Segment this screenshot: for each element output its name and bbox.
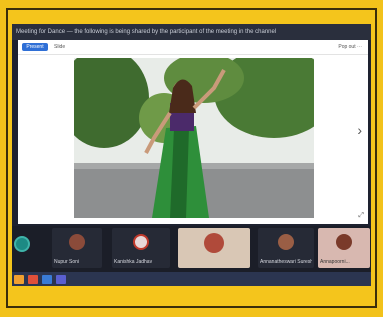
- popout-controls[interactable]: Pop out ⋯: [338, 43, 362, 51]
- avatar: [278, 234, 294, 250]
- participant-tile[interactable]: [178, 228, 250, 268]
- present-button[interactable]: Present: [22, 43, 48, 51]
- participant-tile[interactable]: Kanishka Jadhav: [112, 228, 170, 268]
- participant-name: Annanatheswari Suresh: [260, 259, 312, 265]
- screen: Meeting for Dance — the following is bei…: [12, 24, 371, 286]
- app-icon[interactable]: [14, 236, 30, 252]
- word-icon[interactable]: [42, 274, 52, 284]
- dance-photo: [74, 58, 314, 218]
- avatar: [69, 234, 85, 250]
- expand-icon[interactable]: ⤢: [358, 212, 364, 220]
- participant-name: Nupur Soni: [54, 259, 80, 265]
- avatar: [336, 234, 352, 250]
- teams-icon[interactable]: [56, 274, 66, 284]
- avatar: [204, 233, 224, 253]
- file-explorer-icon[interactable]: [14, 274, 24, 284]
- toolbar-label: Slide: [54, 44, 66, 50]
- chevron-right-icon[interactable]: ›: [357, 122, 362, 138]
- participant-name: Kanishka Jadhav: [114, 259, 153, 265]
- avatar: [133, 234, 149, 250]
- viewer-toolbar: Present Slide Pop out ⋯: [18, 40, 368, 55]
- participant-strip: Nupur Soni Kanishka Jadhav Annanatheswar…: [12, 226, 371, 272]
- taskbar: [12, 272, 371, 286]
- participant-tile[interactable]: Annapoorni...: [318, 228, 370, 268]
- participant-name: Annapoorni...: [320, 259, 350, 265]
- media-icon[interactable]: [28, 274, 38, 284]
- participant-tile[interactable]: Nupur Soni: [52, 228, 102, 268]
- participant-tile[interactable]: Annanatheswari Suresh: [258, 228, 314, 268]
- shared-content-viewer: Present Slide Pop out ⋯ › ⤢: [18, 40, 368, 224]
- meeting-banner: Meeting for Dance — the following is bei…: [12, 24, 371, 40]
- dancer-image: [74, 58, 314, 218]
